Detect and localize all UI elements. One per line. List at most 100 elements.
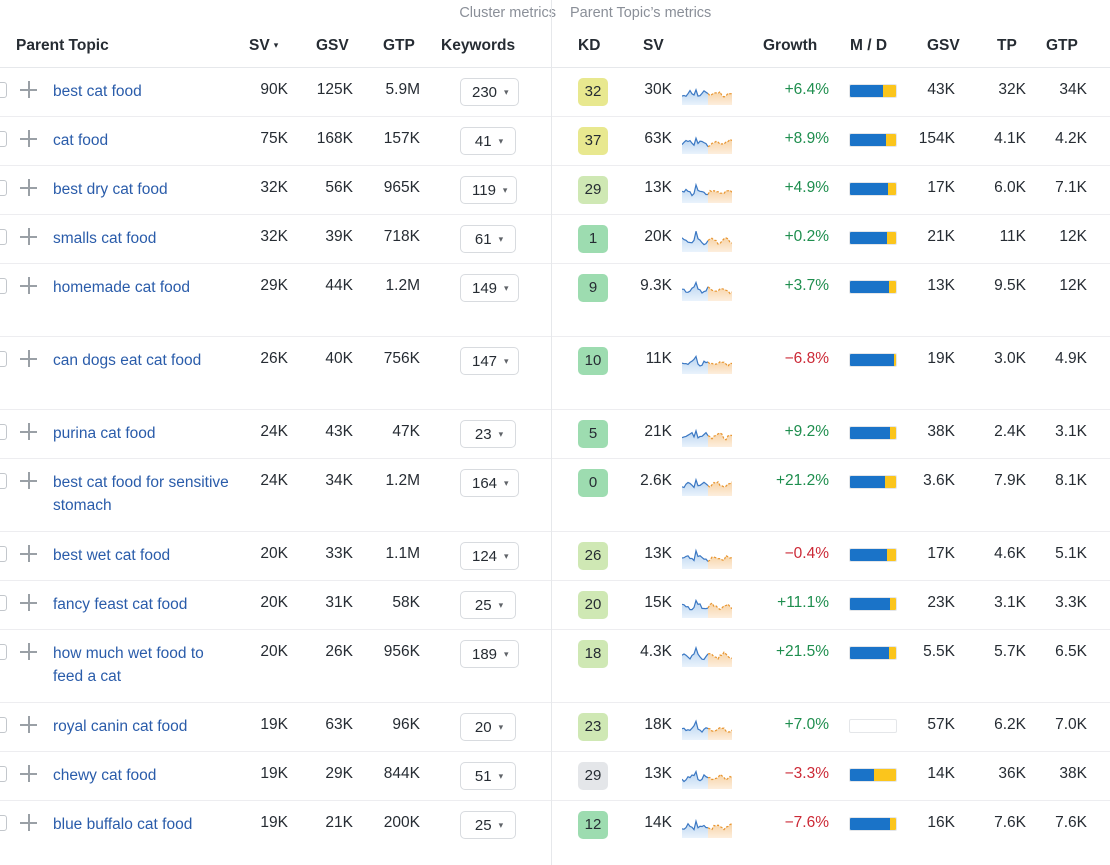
expand-plus-icon[interactable]	[20, 643, 37, 660]
parent-topic-link[interactable]: can dogs eat cat food	[53, 349, 231, 372]
parent-topic-link[interactable]: best wet cat food	[53, 544, 231, 567]
cell-parent-sv: 14K	[644, 814, 672, 831]
keywords-count-dropdown[interactable]: 164 ▾	[460, 469, 519, 497]
column-header-tp[interactable]: TP	[997, 37, 1017, 55]
table-row[interactable]: best dry cat food 32K 56K 965K 119 ▾ 29 1…	[0, 166, 1110, 215]
expand-plus-icon[interactable]	[20, 130, 37, 147]
table-row[interactable]: cat food 75K 168K 157K 41 ▾ 37 63K +8.9%	[0, 117, 1110, 166]
keywords-count-dropdown[interactable]: 147 ▾	[460, 347, 519, 375]
column-header-growth[interactable]: Growth	[763, 37, 817, 55]
kd-badge: 0	[578, 469, 608, 497]
parent-topic-link[interactable]: smalls cat food	[53, 227, 231, 250]
keywords-count-dropdown[interactable]: 25 ▾	[460, 591, 516, 619]
keywords-count-dropdown[interactable]: 20 ▾	[460, 713, 516, 741]
expand-plus-icon[interactable]	[20, 472, 37, 489]
table-row[interactable]: purina cat food 24K 43K 47K 23 ▾ 5 21K +9…	[0, 410, 1110, 459]
row-checkbox[interactable]	[0, 815, 7, 831]
column-header-gtp[interactable]: GTP	[383, 37, 415, 55]
row-checkbox[interactable]	[0, 595, 7, 611]
cell-tp: 32K	[998, 81, 1026, 98]
table-row[interactable]: best wet cat food 20K 33K 1.1M 124 ▾ 26 1…	[0, 532, 1110, 581]
table-row[interactable]: how much wet food to feed a cat 20K 26K …	[0, 630, 1110, 703]
row-checkbox[interactable]	[0, 546, 7, 562]
parent-topic-link[interactable]: royal canin cat food	[53, 715, 231, 738]
mobile-desktop-ratio-bar	[849, 548, 897, 562]
column-header-parent-gsv[interactable]: GSV	[927, 37, 960, 55]
keywords-count-dropdown[interactable]: 230 ▾	[460, 78, 519, 106]
table-row[interactable]: best cat food for sensitive stomach 24K …	[0, 459, 1110, 532]
column-header-sv[interactable]: SV ▾	[249, 37, 278, 55]
chevron-down-icon: ▾	[498, 771, 504, 781]
growth-value: +8.9%	[784, 130, 829, 147]
row-checkbox[interactable]	[0, 473, 7, 489]
column-header-kd[interactable]: KD	[578, 37, 600, 55]
cell-cluster-gsv: 56K	[325, 179, 353, 196]
row-checkbox[interactable]	[0, 717, 7, 733]
parent-topic-link[interactable]: best dry cat food	[53, 178, 231, 201]
row-checkbox[interactable]	[0, 278, 7, 294]
cell-cluster-gsv: 44K	[325, 277, 353, 294]
table-row[interactable]: royal canin cat food 19K 63K 96K 20 ▾ 23 …	[0, 703, 1110, 752]
keywords-count-dropdown[interactable]: 119 ▾	[460, 176, 518, 204]
sv-trend-sparkline	[681, 226, 733, 252]
parent-topic-link[interactable]: best cat food	[53, 80, 231, 103]
row-checkbox[interactable]	[0, 644, 7, 660]
expand-plus-icon[interactable]	[20, 814, 37, 831]
column-header-parent-sv[interactable]: SV	[643, 37, 664, 55]
parent-topic-link[interactable]: chewy cat food	[53, 764, 231, 787]
table-row[interactable]: fancy feast cat food 20K 31K 58K 25 ▾ 20 …	[0, 581, 1110, 630]
cell-parent-sv: 63K	[644, 130, 672, 147]
column-header-gsv[interactable]: GSV	[316, 37, 349, 55]
table-row[interactable]: best cat food 90K 125K 5.9M 230 ▾ 32 30K …	[0, 68, 1110, 117]
keywords-count-dropdown[interactable]: 149 ▾	[460, 274, 519, 302]
expand-plus-icon[interactable]	[20, 350, 37, 367]
table-row[interactable]: smalls cat food 32K 39K 718K 61 ▾ 1 20K +…	[0, 215, 1110, 264]
chevron-down-icon: ▾	[504, 551, 509, 561]
row-checkbox[interactable]	[0, 82, 7, 98]
expand-plus-icon[interactable]	[20, 765, 37, 782]
parent-topic-link[interactable]: purina cat food	[53, 422, 231, 445]
cell-cluster-sv: 90K	[260, 81, 288, 98]
parent-topic-link[interactable]: cat food	[53, 129, 231, 152]
parent-topic-link[interactable]: blue buffalo cat food	[53, 813, 231, 836]
cell-cluster-sv: 24K	[260, 423, 288, 440]
expand-plus-icon[interactable]	[20, 594, 37, 611]
keywords-count-dropdown[interactable]: 23 ▾	[460, 420, 516, 448]
md-bar-desktop-segment	[885, 134, 896, 146]
keywords-count-value: 20	[474, 719, 492, 736]
keywords-count-dropdown[interactable]: 189 ▾	[460, 640, 519, 668]
parent-topic-link[interactable]: homemade cat food	[53, 276, 231, 299]
row-checkbox[interactable]	[0, 424, 7, 440]
expand-plus-icon[interactable]	[20, 545, 37, 562]
parent-topic-link[interactable]: fancy feast cat food	[53, 593, 231, 616]
expand-plus-icon[interactable]	[20, 423, 37, 440]
table-row[interactable]: can dogs eat cat food 26K 40K 756K 147 ▾ …	[0, 337, 1110, 410]
column-header-parent-gtp[interactable]: GTP	[1046, 37, 1078, 55]
keywords-count-dropdown[interactable]: 41 ▾	[460, 127, 516, 155]
expand-plus-icon[interactable]	[20, 716, 37, 733]
column-header-parent-topic[interactable]: Parent Topic	[16, 37, 109, 55]
expand-plus-icon[interactable]	[20, 81, 37, 98]
row-checkbox[interactable]	[0, 229, 7, 245]
cell-cluster-gtp: 47K	[392, 423, 420, 440]
parent-topic-link[interactable]: how much wet food to feed a cat	[53, 642, 231, 688]
keywords-count-dropdown[interactable]: 124 ▾	[460, 542, 519, 570]
row-checkbox[interactable]	[0, 180, 7, 196]
expand-plus-icon[interactable]	[20, 277, 37, 294]
keywords-count-dropdown[interactable]: 51 ▾	[460, 762, 516, 790]
parent-topic-link[interactable]: best cat food for sensitive stomach	[53, 471, 231, 517]
row-checkbox[interactable]	[0, 351, 7, 367]
column-header-keywords[interactable]: Keywords	[441, 37, 515, 55]
row-checkbox[interactable]	[0, 131, 7, 147]
keywords-count-dropdown[interactable]: 61 ▾	[460, 225, 516, 253]
table-row[interactable]: blue buffalo cat food 19K 21K 200K 25 ▾ 1…	[0, 801, 1110, 865]
cell-parent-sv: 13K	[644, 545, 672, 562]
cell-parent-gtp: 7.0K	[1055, 716, 1087, 733]
keywords-count-dropdown[interactable]: 25 ▾	[460, 811, 516, 839]
column-header-md[interactable]: M / D	[850, 37, 887, 55]
table-row[interactable]: chewy cat food 19K 29K 844K 51 ▾ 29 13K −…	[0, 752, 1110, 801]
expand-plus-icon[interactable]	[20, 179, 37, 196]
row-checkbox[interactable]	[0, 766, 7, 782]
expand-plus-icon[interactable]	[20, 228, 37, 245]
table-row[interactable]: homemade cat food 29K 44K 1.2M 149 ▾ 9 9.…	[0, 264, 1110, 337]
